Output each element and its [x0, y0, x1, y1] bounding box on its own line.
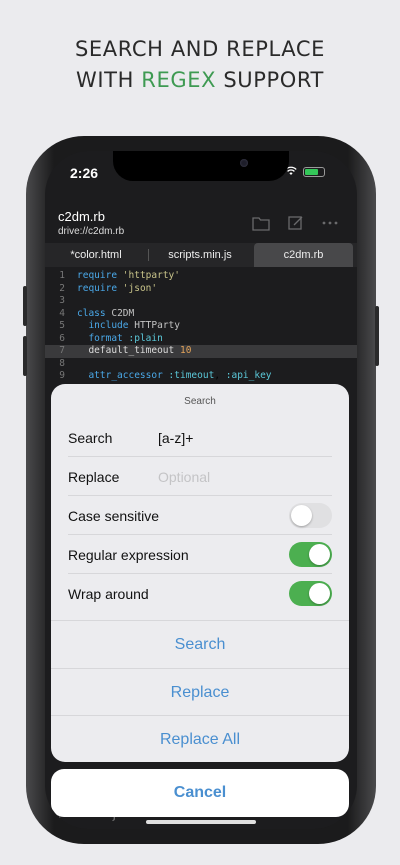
replace-all-button[interactable]: Replace All [51, 715, 349, 762]
notch [113, 151, 289, 181]
code-editor[interactable]: 1 require 'httparty' 2 require 'json' 3 4c… [45, 269, 357, 389]
status-time: 2:26 [70, 165, 99, 181]
home-indicator[interactable] [146, 820, 256, 824]
headline-line-1: SEARCH AND REPLACE [75, 37, 325, 61]
tab-c2dm-rb[interactable]: c2dm.rb [254, 243, 353, 267]
camera-icon [240, 159, 248, 167]
wrap-around-label: Wrap around [68, 586, 149, 602]
side-button-left [23, 286, 27, 326]
sheet-title: Search [184, 396, 216, 407]
replace-button[interactable]: Replace [51, 668, 349, 715]
marketing-headline: SEARCH AND REPLACE WITH REGEX SUPPORT [0, 34, 400, 96]
case-sensitive-row: Case sensitive [68, 496, 332, 535]
code-line: 1 require 'httparty' [59, 270, 180, 281]
code-line: 2 require 'json' [59, 282, 158, 294]
side-button-right [375, 306, 379, 366]
code-line: 8 [59, 357, 65, 369]
case-sensitive-toggle[interactable] [289, 503, 332, 528]
headline-line-2: WITH REGEX SUPPORT [0, 65, 400, 96]
headline-suffix: SUPPORT [216, 68, 324, 92]
code-line: 4 class C2DM [59, 307, 135, 319]
headline-prefix: WITH [76, 68, 142, 92]
folder-icon[interactable] [252, 215, 270, 231]
search-replace-sheet: Search Search [a-z]+ Replace Optional Ca… [51, 384, 349, 762]
phone-frame: 2:26 ···· c2dm.rb drive://c2dm.rb *color… [23, 136, 379, 844]
regex-toggle[interactable] [289, 542, 332, 567]
file-path: drive://c2dm.rb [58, 226, 125, 237]
cancel-button[interactable]: Cancel [51, 769, 349, 817]
wrap-around-row: Wrap around [68, 574, 332, 613]
battery-icon [303, 167, 325, 177]
regex-label: Regular expression [68, 547, 189, 563]
edit-icon[interactable] [287, 215, 305, 231]
tab-scripts-min-js[interactable]: scripts.min.js [149, 243, 251, 267]
code-line: 6 format :plain [59, 332, 163, 344]
replace-row: Replace Optional [68, 457, 332, 496]
side-button-left-2 [23, 336, 27, 376]
case-sensitive-label: Case sensitive [68, 508, 160, 524]
editor-titlebar: c2dm.rb drive://c2dm.rb [45, 193, 357, 239]
tab-color-html[interactable]: *color.html [45, 243, 147, 267]
code-line: 5 include HTTParty [59, 320, 180, 331]
code-line: 3 [59, 295, 65, 306]
search-input[interactable]: [a-z]+ [158, 430, 193, 446]
wrap-around-toggle[interactable] [289, 581, 332, 606]
headline-accent: REGEX [141, 68, 217, 92]
regex-row: Regular expression [68, 535, 332, 574]
code-line-current: 7 default_timeout 10 [45, 345, 357, 358]
code-line: 9 attr_accessor :timeout, :api_key [59, 370, 272, 381]
search-label: Search [68, 430, 113, 446]
file-title: c2dm.rb [58, 209, 105, 224]
search-button[interactable]: Search [51, 620, 349, 667]
search-row: Search [a-z]+ [68, 418, 332, 457]
file-tabs: *color.html scripts.min.js c2dm.rb [45, 243, 357, 267]
replace-input[interactable]: Optional [158, 469, 210, 485]
phone-screen: 2:26 ···· c2dm.rb drive://c2dm.rb *color… [45, 151, 357, 829]
replace-label: Replace [68, 469, 120, 485]
more-icon[interactable] [321, 215, 339, 231]
